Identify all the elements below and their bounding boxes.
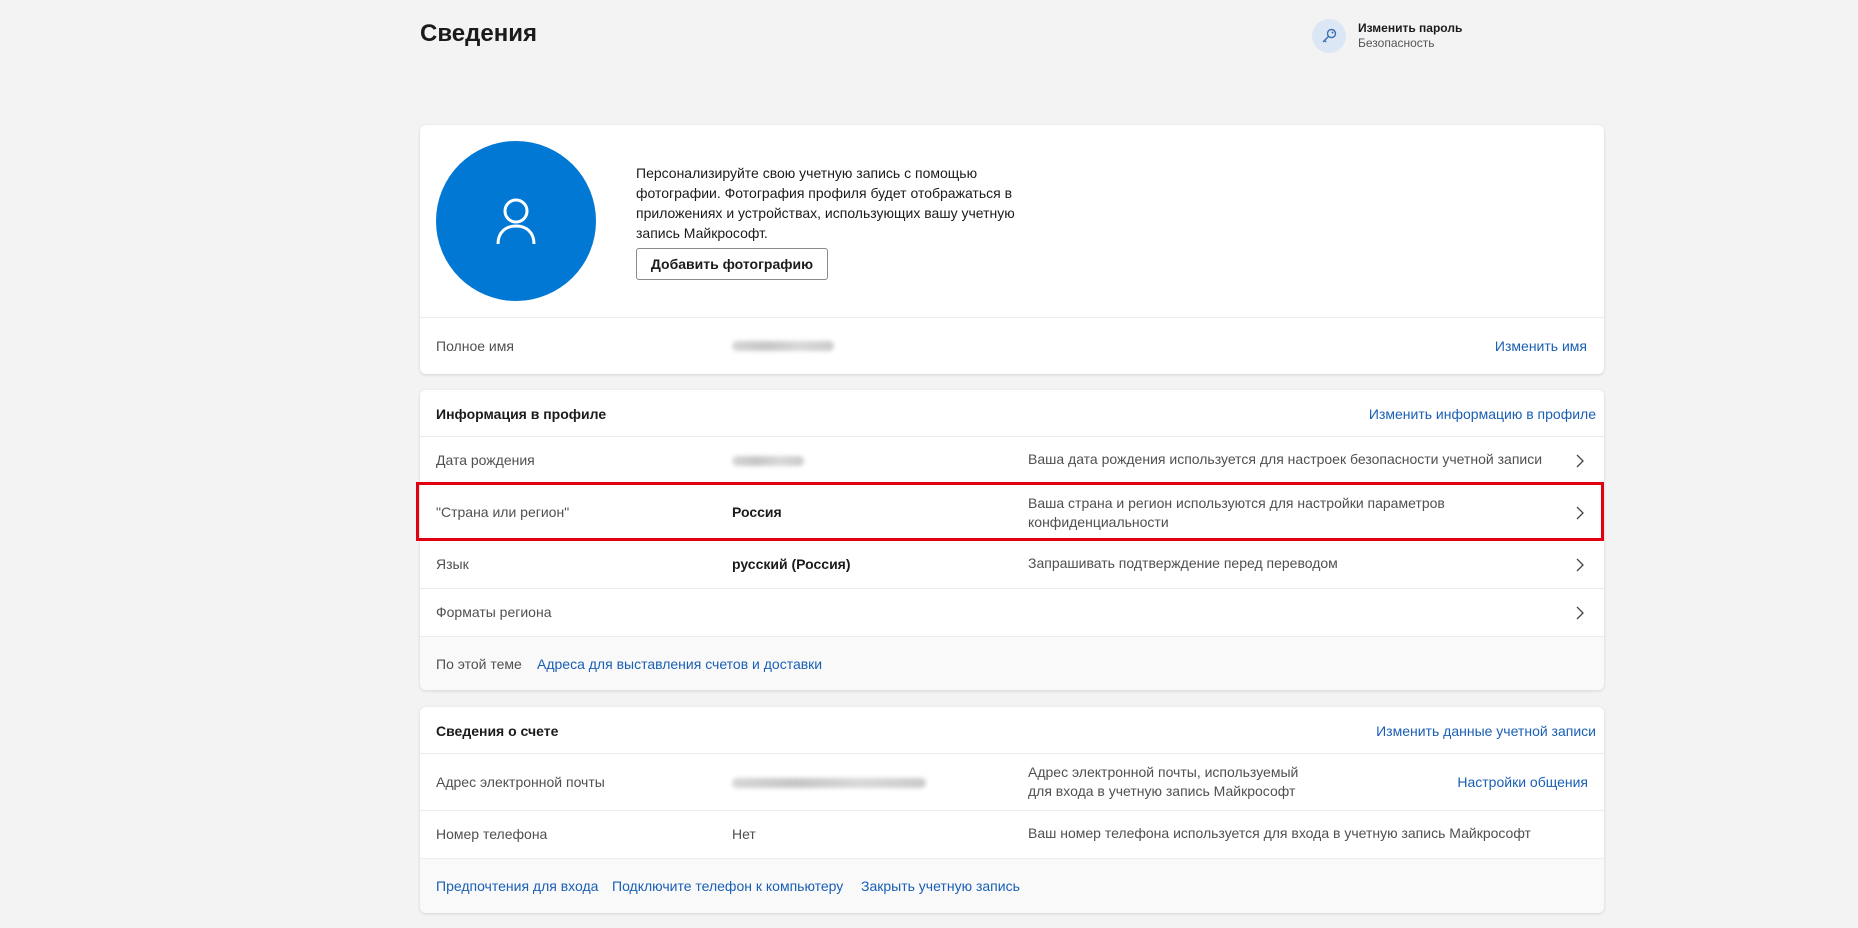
profile-info-card: Информация в профиле Изменить информацию… xyxy=(420,390,1604,690)
language-row[interactable]: Язык русский (Россия) Запрашивать подтве… xyxy=(420,540,1604,589)
language-description: Запрашивать подтверждение перед переводо… xyxy=(1028,555,1338,571)
communication-settings-link[interactable]: Настройки общения xyxy=(1457,774,1588,790)
full-name-blurred-value xyxy=(732,341,834,351)
email-label: Адрес электронной почты xyxy=(436,774,605,790)
add-photo-button[interactable]: Добавить фотографию xyxy=(636,248,828,280)
birthdate-label: Дата рождения xyxy=(436,452,535,468)
change-name-link[interactable]: Изменить имя xyxy=(1495,338,1587,354)
email-row: Адрес электронной почты Адрес электронно… xyxy=(420,753,1604,811)
phone-description: Ваш номер телефона используется для вход… xyxy=(1028,825,1531,841)
close-account-link[interactable]: Закрыть учетную запись xyxy=(861,878,1020,894)
person-icon xyxy=(496,198,536,245)
related-label: По этой теме xyxy=(436,656,522,672)
account-info-card: Сведения о счете Изменить данные учетной… xyxy=(420,707,1604,913)
edit-profile-link[interactable]: Изменить информацию в профиле xyxy=(1369,406,1596,422)
account-links-row: Предпочтения для входа Подключите телефо… xyxy=(420,858,1604,913)
full-name-label: Полное имя xyxy=(436,338,514,354)
region-formats-row[interactable]: Форматы региона xyxy=(420,588,1604,637)
sign-in-preferences-link[interactable]: Предпочтения для входа xyxy=(436,878,598,894)
billing-addresses-link[interactable]: Адреса для выставления счетов и доставки xyxy=(537,656,822,672)
region-formats-label: Форматы региона xyxy=(436,604,552,620)
country-region-description: Ваша страна и регион используются для на… xyxy=(1028,495,1445,530)
change-password-title: Изменить пароль xyxy=(1358,21,1463,35)
change-password-link[interactable]: Изменить пароль Безопасность xyxy=(1312,19,1462,53)
birthdate-blurred-value xyxy=(732,456,804,466)
email-description: Адрес электронной почты, используемый дл… xyxy=(1028,764,1299,799)
change-password-subtitle: Безопасность xyxy=(1358,36,1435,50)
avatar[interactable] xyxy=(436,141,596,301)
page-title: Сведения xyxy=(420,20,537,47)
chevron-right-icon xyxy=(1576,558,1584,572)
photo-description: Персонализируйте свою учетную запись с п… xyxy=(636,165,1015,241)
phone-label: Номер телефона xyxy=(436,826,548,842)
country-region-row[interactable]: "Страна или регион" Россия Ваша страна и… xyxy=(420,484,1604,541)
phone-value: Нет xyxy=(732,826,756,842)
birthdate-row[interactable]: Дата рождения Ваша дата рождения использ… xyxy=(420,436,1604,485)
country-region-label: "Страна или регион" xyxy=(436,504,570,520)
chevron-right-icon xyxy=(1576,506,1584,520)
birthdate-description: Ваша дата рождения используется для наст… xyxy=(1028,451,1543,467)
language-value: русский (Россия) xyxy=(732,556,851,572)
edit-account-link[interactable]: Изменить данные учетной записи xyxy=(1376,723,1596,739)
profile-info-title: Информация в профиле xyxy=(436,406,607,422)
related-row: По этой теме Адреса для выставления счет… xyxy=(420,636,1604,690)
email-blurred-value xyxy=(732,778,926,788)
link-phone-link[interactable]: Подключите телефон к компьютеру xyxy=(612,878,843,894)
account-info-title: Сведения о счете xyxy=(436,723,559,739)
phone-row: Номер телефона Нет Ваш номер телефона ис… xyxy=(420,810,1604,859)
language-label: Язык xyxy=(436,556,469,572)
key-icon xyxy=(1312,19,1346,53)
chevron-right-icon xyxy=(1576,606,1584,620)
full-name-row: Полное имя Изменить имя xyxy=(420,317,1604,374)
country-region-value: Россия xyxy=(732,504,782,520)
photo-card: Персонализируйте свою учетную запись с п… xyxy=(420,125,1604,374)
chevron-right-icon xyxy=(1576,454,1584,468)
